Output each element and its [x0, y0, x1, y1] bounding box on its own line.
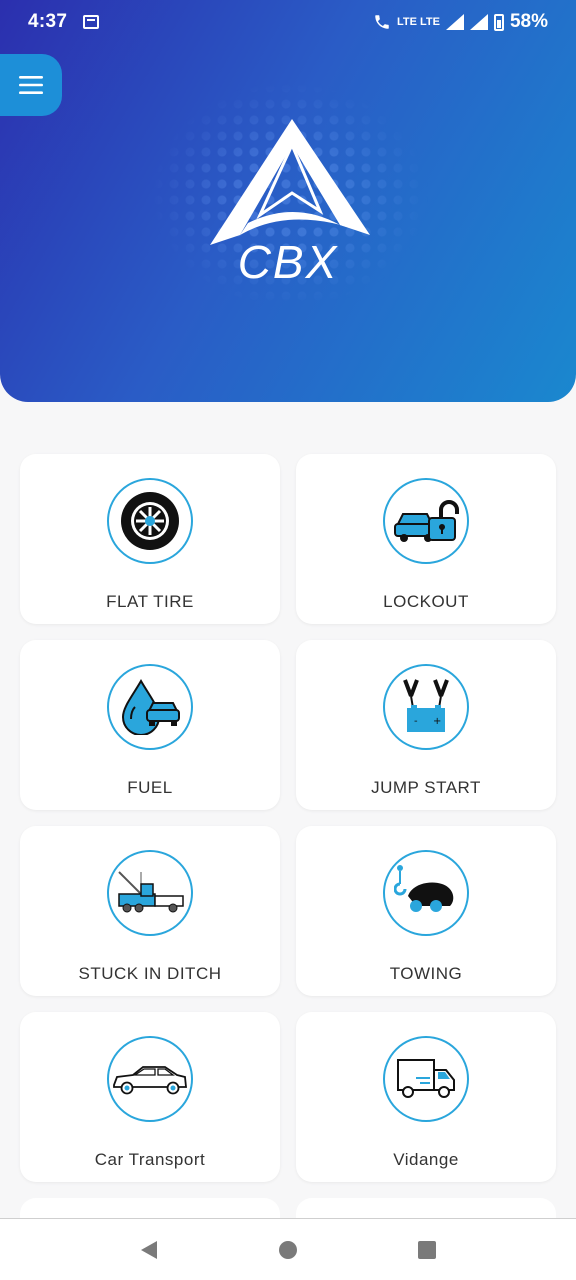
wifi-calling-icon — [375, 15, 389, 29]
service-label: FLAT TIRE — [106, 592, 194, 611]
service-card-towing[interactable]: TOWING — [296, 826, 556, 996]
status-right: LTE LTE 58% — [373, 11, 548, 33]
fuel-icon — [121, 679, 180, 735]
service-label: Vidange — [393, 1150, 459, 1169]
icon-circle — [383, 478, 469, 564]
svg-text:+: + — [433, 716, 441, 727]
service-label: JUMP START — [371, 778, 481, 797]
nav-home-button[interactable] — [268, 1230, 308, 1270]
icon-circle: - + — [383, 664, 469, 750]
cbx-logo: CBX — [200, 115, 376, 290]
service-label: TOWING — [389, 964, 463, 983]
service-label: LOCKOUT — [383, 592, 469, 611]
network-label: LTE LTE — [396, 15, 440, 28]
vidange-icon — [397, 1059, 455, 1098]
nav-back-button[interactable] — [129, 1230, 169, 1270]
nav-recents-button[interactable] — [407, 1230, 447, 1270]
icon-circle — [107, 664, 193, 750]
icon-circle — [107, 478, 193, 564]
svg-text:-: - — [414, 716, 418, 727]
stuck-in-ditch-icon — [118, 871, 184, 913]
triangle-logo-icon — [210, 119, 370, 245]
signal-icon — [445, 14, 464, 30]
system-nav-bar — [0, 1218, 576, 1280]
icon-circle — [107, 850, 193, 936]
calendar-icon — [83, 15, 100, 29]
lockout-icon — [394, 500, 459, 542]
service-card-flat-tire[interactable]: FLAT TIRE — [20, 454, 280, 624]
flat-tire-icon — [121, 492, 179, 550]
towing-icon — [394, 865, 454, 912]
hamburger-menu-icon — [19, 76, 43, 94]
home-icon — [278, 1240, 297, 1259]
services-grid: FLAT TIRE LOCKOUT FUEL - + JUMP START ST… — [20, 454, 556, 1182]
logo-text: CBX — [237, 236, 339, 288]
signal-icon-2 — [469, 14, 488, 30]
icon-circle — [383, 1036, 469, 1122]
icon-circle — [107, 1036, 193, 1122]
icon-circle — [383, 850, 469, 936]
service-label: Car Transport — [94, 1150, 206, 1169]
service-card-car-transport[interactable]: Car Transport — [20, 1012, 280, 1182]
car-transport-icon — [113, 1066, 187, 1095]
battery-icon — [493, 13, 504, 31]
status-time: 4:37 — [28, 11, 68, 32]
service-card-fuel[interactable]: FUEL — [20, 640, 280, 810]
status-bar: 4:37 LTE LTE 58% — [0, 0, 576, 44]
menu-button[interactable] — [0, 54, 62, 116]
service-label: STUCK IN DITCH — [78, 964, 222, 983]
service-card-stuck-in-ditch[interactable]: STUCK IN DITCH — [20, 826, 280, 996]
service-card-jump-start[interactable]: - + JUMP START — [296, 640, 556, 810]
header-banner: 4:37 LTE LTE 58% CBX — [0, 0, 576, 402]
battery-percent: 58% — [509, 11, 548, 32]
back-icon — [141, 1240, 158, 1259]
service-label: FUEL — [127, 778, 173, 797]
service-card-lockout[interactable]: LOCKOUT — [296, 454, 556, 624]
jump-start-icon: - + — [403, 679, 449, 732]
service-card-vidange[interactable]: Vidange — [296, 1012, 556, 1182]
recents-icon — [417, 1240, 436, 1259]
